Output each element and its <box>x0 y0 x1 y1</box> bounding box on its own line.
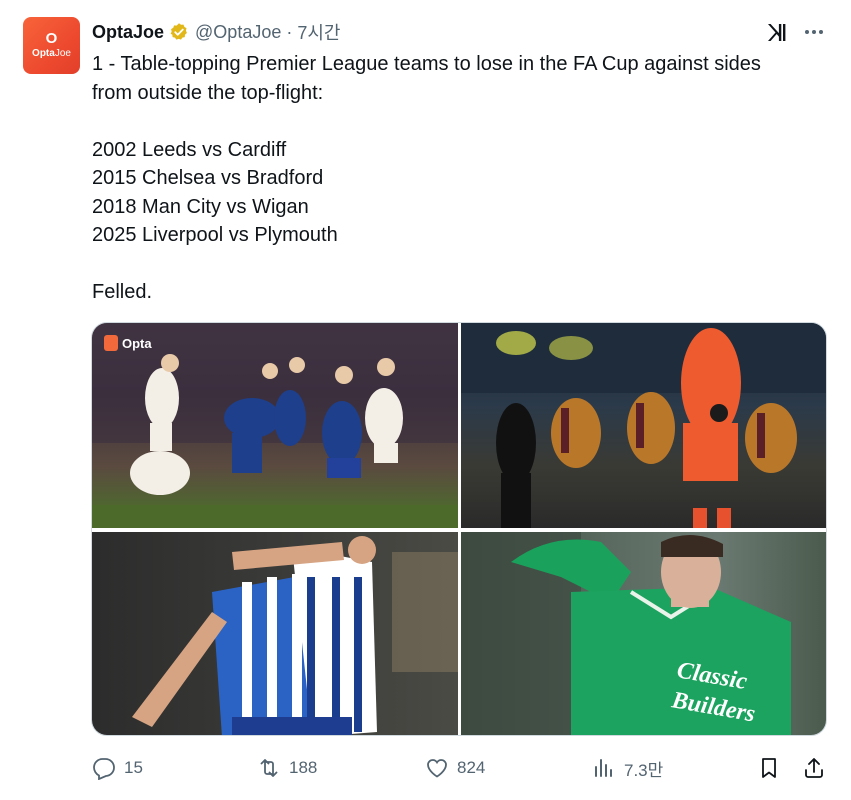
tweet-line: Felled. <box>92 281 153 303</box>
more-icon[interactable] <box>802 20 826 44</box>
like-count: 824 <box>457 758 486 777</box>
repost-count: 188 <box>289 758 318 777</box>
views-count: 7.3만 <box>624 760 664 780</box>
tweet-line: 2015 Chelsea vs Bradford <box>92 167 324 189</box>
tweet: O OptaJoe OptaJoe @OptaJoe · 7시간 1 - Tab… <box>0 0 851 800</box>
photo-illustration <box>461 323 826 528</box>
tweet-line: 1 - Table-topping Premier League teams t… <box>92 53 761 75</box>
photo-illustration: Classic Builders <box>461 532 791 735</box>
verified-badge-icon[interactable] <box>169 22 189 42</box>
tweet-line: from outside the top-flight: <box>92 81 324 104</box>
tweet-line: 2018 Man City vs Wigan <box>92 195 309 218</box>
tweet-time[interactable]: 7시간 <box>297 19 340 45</box>
opta-watermark: Opta <box>104 335 152 351</box>
author-handle[interactable]: @OptaJoe <box>195 22 281 43</box>
heart-icon <box>427 759 447 778</box>
opta-logo-icon: O <box>45 29 58 47</box>
bookmark-button[interactable] <box>757 752 789 784</box>
repost-icon <box>260 759 278 777</box>
views-button[interactable]: 7.3만 <box>592 752 663 784</box>
author-name[interactable]: OptaJoe <box>92 22 164 43</box>
reply-count: 15 <box>124 758 143 777</box>
avatar[interactable]: O OptaJoe <box>23 17 80 74</box>
separator-dot: · <box>286 21 293 42</box>
like-button[interactable]: 824 <box>425 752 485 784</box>
photo-illustration <box>92 323 458 528</box>
action-bar: 15 188 824 7.3만 <box>92 752 832 784</box>
liverpool-vs-plymouth-photo[interactable]: Classic Builders <box>461 532 826 735</box>
chelsea-vs-bradford-photo[interactable] <box>461 323 826 528</box>
tweet-line: 2002 Leeds vs Cardiff <box>92 138 287 161</box>
tweet-line: 2025 Liverpool vs Plymouth <box>92 224 338 246</box>
share-button[interactable] <box>802 752 834 784</box>
tweet-text: 1 - Table-topping Premier League teams t… <box>92 50 832 307</box>
media-grid: Opta Classic Builders <box>91 322 827 736</box>
repost-button[interactable]: 188 <box>257 752 317 784</box>
grok-icon[interactable] <box>765 20 789 44</box>
bookmark-icon <box>762 758 776 778</box>
opta-logo-icon <box>104 335 118 351</box>
man-city-vs-wigan-photo[interactable] <box>92 532 458 735</box>
tweet-header: OptaJoe @OptaJoe · 7시간 <box>92 20 341 44</box>
avatar-logo-text: OptaJoe <box>32 47 71 59</box>
leeds-vs-cardiff-photo[interactable]: Opta <box>92 323 458 528</box>
reply-icon <box>93 758 115 780</box>
reply-button[interactable]: 15 <box>92 752 143 784</box>
share-icon <box>805 758 823 778</box>
views-icon <box>595 759 612 777</box>
photo-illustration <box>132 536 458 735</box>
